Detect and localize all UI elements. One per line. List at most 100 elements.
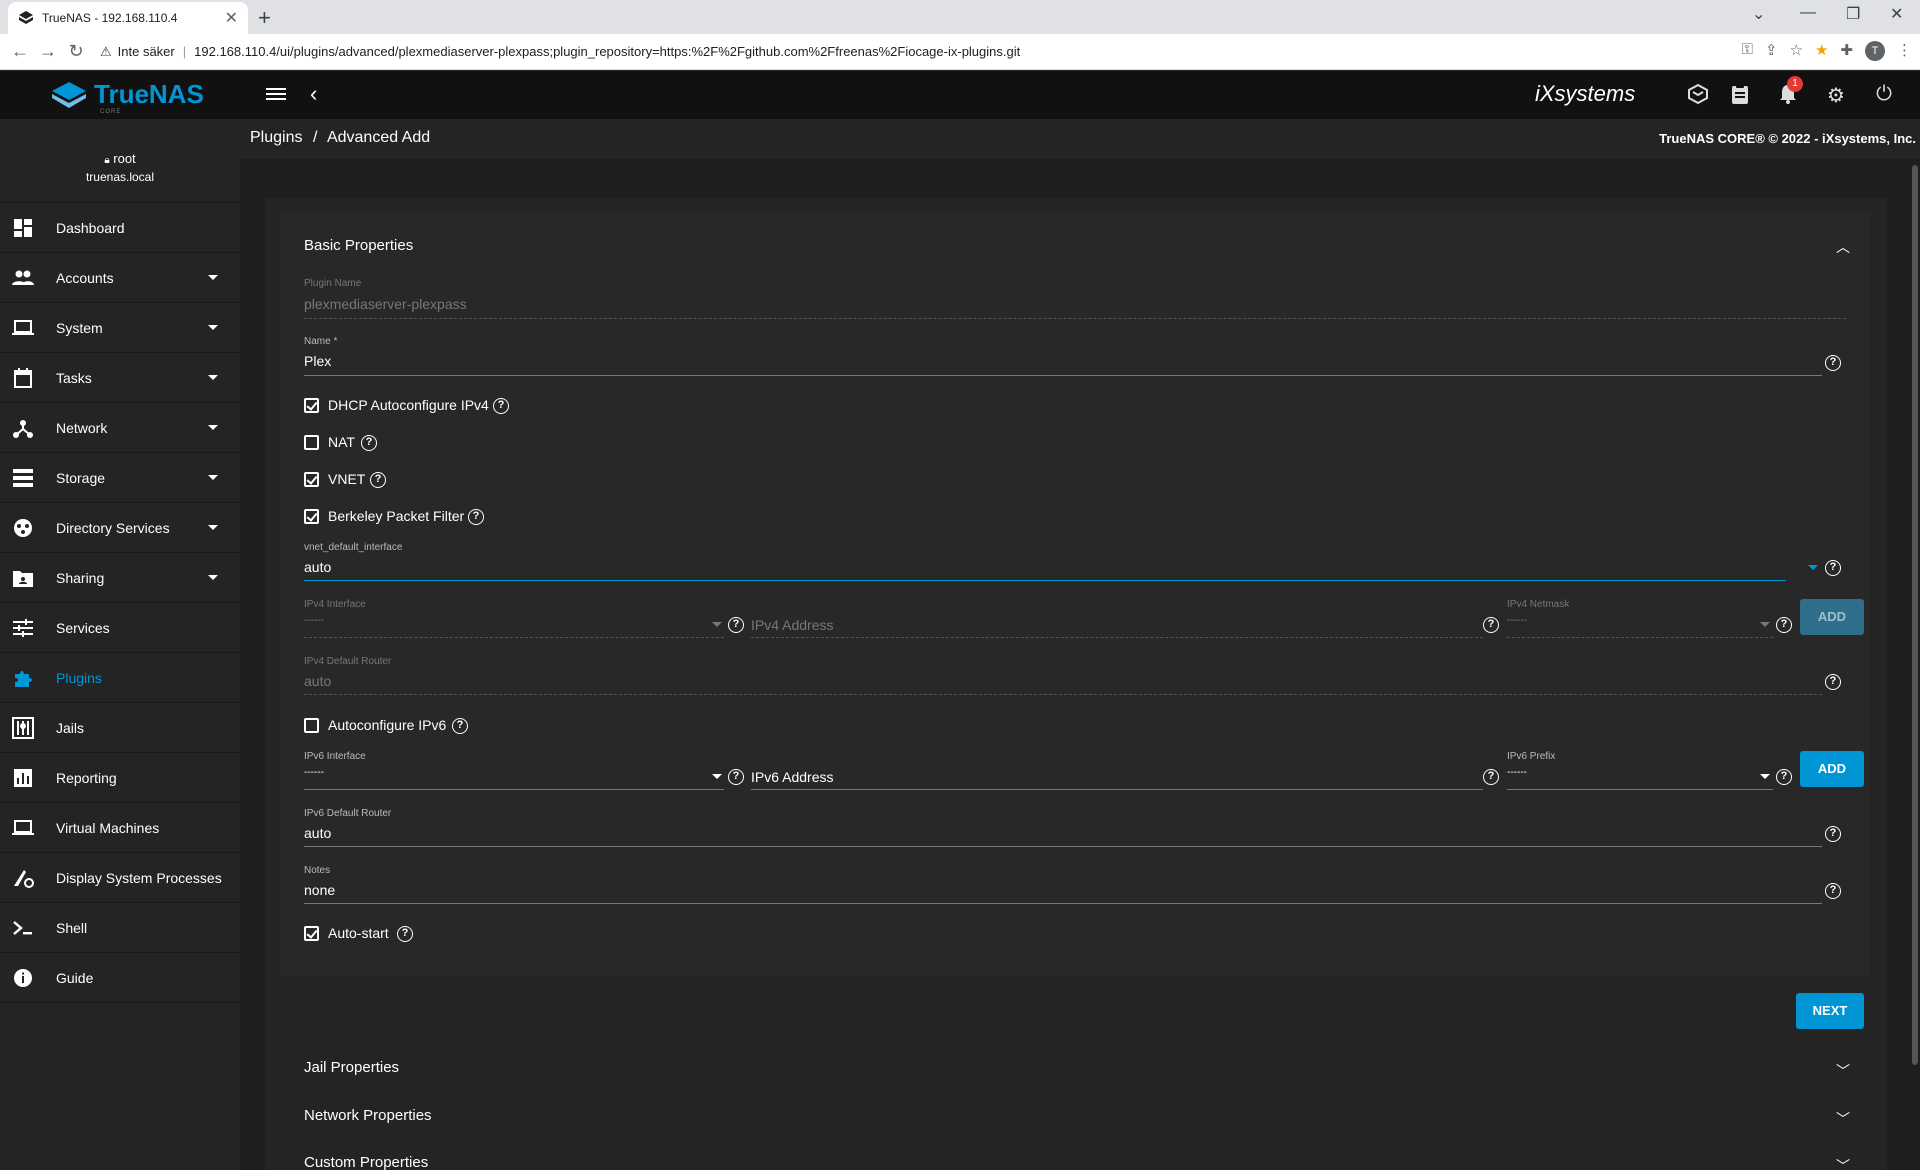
collapse-chevron-icon[interactable]: ‹ bbox=[310, 81, 317, 107]
breadcrumb-plugins[interactable]: Plugins bbox=[250, 129, 302, 146]
ipv4-netmask-select[interactable]: ------ bbox=[1507, 615, 1527, 626]
profile-avatar[interactable]: T bbox=[1865, 41, 1885, 61]
ipv6-router-field[interactable]: auto bbox=[304, 825, 331, 841]
scrollbar-thumb[interactable] bbox=[1912, 165, 1918, 1065]
ipv4-iface-help-icon[interactable]: ? bbox=[728, 617, 744, 633]
caret-down-icon[interactable] bbox=[208, 325, 218, 330]
custom-properties-chevron-icon[interactable]: ﹀ bbox=[1836, 1156, 1850, 1170]
ipv4-add-button[interactable]: ADD bbox=[1800, 599, 1864, 635]
extension-star-icon[interactable]: ★ bbox=[1815, 41, 1828, 61]
sidebar-item-display-system-processes[interactable]: Display System Processes bbox=[0, 853, 240, 903]
ipv6-prefix-help-icon[interactable]: ? bbox=[1776, 769, 1792, 785]
sidebar-item-tasks[interactable]: Tasks bbox=[0, 353, 240, 403]
sidebar-item-system[interactable]: System bbox=[0, 303, 240, 353]
caret-down-icon[interactable] bbox=[208, 375, 218, 380]
chevron-up-icon[interactable]: ︿ bbox=[1836, 237, 1850, 257]
ipv6-address-input[interactable]: IPv6 Address bbox=[751, 769, 834, 785]
ipv4-netmask-dropdown-icon[interactable] bbox=[1760, 622, 1770, 627]
caret-down-icon[interactable] bbox=[208, 525, 218, 530]
truecommand-icon[interactable] bbox=[1686, 83, 1710, 107]
ipv4-netmask-help-icon[interactable]: ? bbox=[1776, 617, 1792, 633]
back-icon[interactable]: ← bbox=[6, 41, 34, 62]
key-icon[interactable]: ⚿ bbox=[1742, 41, 1753, 61]
sidebar-item-guide[interactable]: Guide bbox=[0, 953, 240, 1003]
vnet-iface-dropdown-icon[interactable] bbox=[1808, 565, 1818, 570]
ipv6-add-button[interactable]: ADD bbox=[1800, 751, 1864, 787]
ipv4-address-help-icon[interactable]: ? bbox=[1483, 617, 1499, 633]
caret-down-icon[interactable] bbox=[208, 575, 218, 580]
sidebar-item-accounts[interactable]: Accounts bbox=[0, 253, 240, 303]
ipv6-address-help-icon[interactable]: ? bbox=[1483, 769, 1499, 785]
caret-down-icon[interactable] bbox=[208, 425, 218, 430]
ipv4-router-help-icon[interactable]: ? bbox=[1825, 674, 1841, 690]
dhcp-help-icon[interactable]: ? bbox=[493, 398, 509, 414]
autoipv6-checkbox[interactable] bbox=[304, 718, 319, 733]
sidebar-item-virtual-machines[interactable]: Virtual Machines bbox=[0, 803, 240, 853]
hamburger-menu-icon[interactable] bbox=[266, 85, 286, 103]
omnibox[interactable]: ⚠ Inte säker | 192.168.110.4/ui/plugins/… bbox=[100, 44, 1020, 60]
bpf-checkbox[interactable] bbox=[304, 509, 319, 524]
vnet-iface-select[interactable]: auto bbox=[304, 559, 331, 575]
notes-help-icon[interactable]: ? bbox=[1825, 883, 1841, 899]
autostart-checkbox[interactable] bbox=[304, 926, 319, 941]
ipv4-iface-dropdown-icon[interactable] bbox=[712, 622, 722, 627]
page-scrollbar[interactable] bbox=[1910, 159, 1920, 1170]
dhcp-checkbox[interactable] bbox=[304, 398, 319, 413]
sidebar-item-services[interactable]: Services bbox=[0, 603, 240, 653]
autostart-help-icon[interactable]: ? bbox=[397, 926, 413, 942]
sidebar-item-shell[interactable]: Shell bbox=[0, 903, 240, 953]
vnet-checkbox[interactable] bbox=[304, 472, 319, 487]
next-button[interactable]: NEXT bbox=[1796, 993, 1864, 1029]
kebab-menu-icon[interactable]: ⋮ bbox=[1897, 41, 1912, 61]
close-window-icon[interactable]: ✕ bbox=[1890, 4, 1903, 24]
bpf-help-icon[interactable]: ? bbox=[468, 509, 484, 525]
settings-gear-icon[interactable]: ⚙ bbox=[1824, 83, 1848, 107]
name-help-icon[interactable]: ? bbox=[1825, 355, 1841, 371]
sidebar-item-directory-services[interactable]: Directory Services bbox=[0, 503, 240, 553]
clipboard-icon[interactable] bbox=[1728, 83, 1752, 107]
sidebar-item-jails[interactable]: Jails bbox=[0, 703, 240, 753]
ipv6-prefix-select[interactable]: ------ bbox=[1507, 767, 1527, 778]
share-icon[interactable]: ⇪ bbox=[1765, 41, 1778, 61]
ixsystems-logo[interactable]: iXsystems bbox=[1535, 81, 1635, 107]
caret-down-icon[interactable] bbox=[208, 475, 218, 480]
basic-properties-header[interactable]: Basic Properties bbox=[304, 237, 413, 254]
sidebar-item-plugins[interactable]: Plugins bbox=[0, 653, 240, 703]
jail-properties-chevron-icon[interactable]: ﹀ bbox=[1836, 1061, 1850, 1081]
vnet-help-icon[interactable]: ? bbox=[370, 472, 386, 488]
ipv4-address-input[interactable]: IPv4 Address bbox=[751, 617, 834, 633]
vnet-iface-help-icon[interactable]: ? bbox=[1825, 560, 1841, 576]
reload-icon[interactable]: ↻ bbox=[62, 41, 90, 62]
sidebar-item-network[interactable]: Network bbox=[0, 403, 240, 453]
puzzle-extension-icon[interactable]: ✚ bbox=[1840, 41, 1853, 61]
network-properties-chevron-icon[interactable]: ﹀ bbox=[1836, 1109, 1850, 1129]
forward-icon[interactable]: → bbox=[34, 41, 62, 62]
caret-down-icon[interactable] bbox=[208, 275, 218, 280]
sidebar-item-storage[interactable]: Storage bbox=[0, 453, 240, 503]
bookmark-star-icon[interactable]: ☆ bbox=[1790, 41, 1803, 61]
new-tab-icon[interactable]: + bbox=[258, 5, 271, 31]
browser-tab[interactable]: TrueNAS - 192.168.110.4 ✕ bbox=[8, 2, 248, 34]
sidebar-item-sharing[interactable]: Sharing bbox=[0, 553, 240, 603]
nat-help-icon[interactable]: ? bbox=[361, 435, 377, 451]
truenas-logo[interactable]: TrueNAS CORE bbox=[50, 79, 204, 115]
power-icon[interactable]: ⏻ bbox=[1872, 83, 1896, 107]
restore-icon[interactable]: ❐ bbox=[1846, 4, 1860, 24]
jail-properties-header[interactable]: Jail Properties bbox=[304, 1059, 399, 1076]
close-tab-icon[interactable]: ✕ bbox=[225, 8, 238, 28]
notes-field[interactable]: none bbox=[304, 882, 335, 898]
ipv6-iface-help-icon[interactable]: ? bbox=[728, 769, 744, 785]
name-field[interactable]: Plex bbox=[304, 353, 331, 369]
ipv6-prefix-dropdown-icon[interactable] bbox=[1760, 774, 1770, 779]
ipv4-iface-select[interactable]: ------ bbox=[304, 615, 324, 626]
ipv6-iface-select[interactable]: ------ bbox=[304, 767, 324, 778]
minimize-icon[interactable]: — bbox=[1800, 4, 1816, 22]
ipv6-iface-dropdown-icon[interactable] bbox=[712, 774, 722, 779]
autoipv6-help-icon[interactable]: ? bbox=[452, 718, 468, 734]
ipv6-router-help-icon[interactable]: ? bbox=[1825, 826, 1841, 842]
custom-properties-header[interactable]: Custom Properties bbox=[304, 1154, 428, 1170]
network-properties-header[interactable]: Network Properties bbox=[304, 1107, 432, 1124]
sidebar-item-reporting[interactable]: Reporting bbox=[0, 753, 240, 803]
tab-search-icon[interactable]: ⌄ bbox=[1752, 4, 1765, 24]
nat-checkbox[interactable] bbox=[304, 435, 319, 450]
